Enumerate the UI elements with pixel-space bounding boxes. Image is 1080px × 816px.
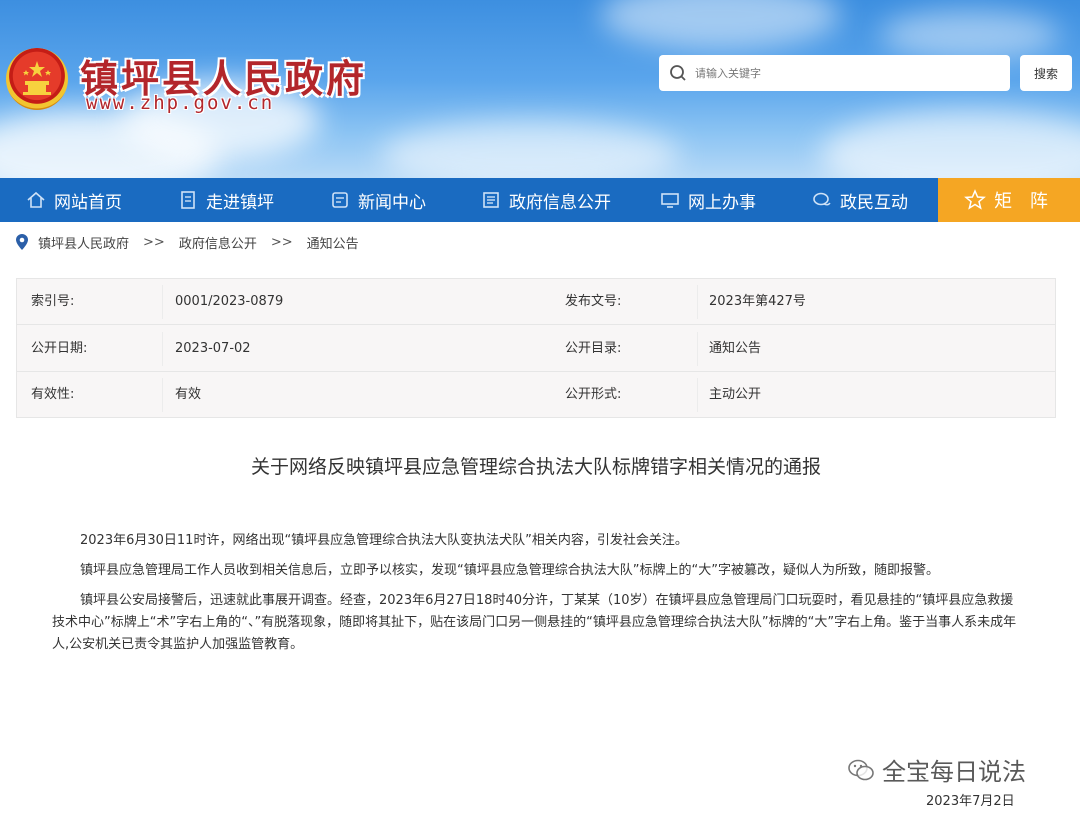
nav-label: 网上办事 [688, 192, 756, 213]
nav-label: 政民互动 [840, 192, 908, 213]
meta-value-doc-number: 2023年第427号 [709, 294, 806, 309]
breadcrumb: 镇坪县人民政府 >> 政府信息公开 >> 通知公告 [16, 232, 359, 252]
meta-value-category: 通知公告 [709, 341, 762, 356]
breadcrumb-separator: >> [270, 234, 293, 250]
meta-row: 公开日期: 2023-07-02 公开目录: 通知公告 [17, 326, 1055, 372]
nav-item-matrix[interactable]: 矩 阵 [938, 178, 1080, 222]
meta-label-publish-form: 公开形式: [565, 387, 622, 402]
home-icon [27, 191, 45, 208]
nav-item-interaction[interactable]: 政民互动 [812, 178, 908, 222]
chat-icon [813, 192, 831, 206]
monitor-icon [661, 193, 679, 208]
breadcrumb-item-home[interactable]: 镇坪县人民政府 [38, 233, 129, 252]
breadcrumb-separator: >> [143, 234, 165, 250]
nav-label: 网站首页 [54, 192, 122, 213]
meta-row: 有效性: 有效 公开形式: 主动公开 [17, 372, 1055, 418]
info-icon [483, 192, 499, 208]
nav-label: 政府信息公开 [509, 192, 611, 213]
search-box [659, 55, 1010, 91]
location-pin-icon [16, 234, 28, 250]
meta-value-publish-date: 2023-07-02 [175, 341, 251, 356]
header-banner: 镇坪县人民政府 www.zhp.gov.cn 搜索 [0, 0, 1080, 178]
star-icon [964, 189, 987, 210]
watermark: 全宝每日说法 [846, 752, 1026, 787]
nav-item-online-service[interactable]: 网上办事 [660, 178, 756, 222]
search-icon [670, 65, 686, 81]
nav-label: 矩 阵 [994, 191, 1054, 212]
nav-item-home[interactable]: 网站首页 [26, 178, 122, 222]
meta-value-validity: 有效 [175, 387, 202, 402]
site-url: www.zhp.gov.cn [86, 92, 275, 114]
article-paragraph: 2023年6月30日11时许，网络出现“镇坪县应急管理综合执法大队变执法犬队”相… [80, 533, 688, 548]
main-nav: 网站首页 走进镇坪 新闻中心 政府信息公开 网上办事 政民互动 矩 阵 [0, 178, 1080, 222]
meta-label-index: 索引号: [31, 294, 75, 309]
meta-label-category: 公开目录: [565, 341, 622, 356]
meta-row: 索引号: 0001/2023-0879 发布文号: 2023年第427号 [17, 279, 1055, 325]
news-icon [332, 192, 348, 208]
document-icon [181, 191, 195, 209]
article-title: 关于网络反映镇坪县应急管理综合执法大队标牌错字相关情况的通报 [250, 456, 821, 478]
wechat-icon [848, 759, 874, 780]
article-date: 2023年7月2日 [926, 794, 1015, 809]
meta-label-validity: 有效性: [31, 387, 75, 402]
national-emblem-icon [6, 48, 68, 110]
nav-item-about[interactable]: 走进镇坪 [178, 178, 274, 222]
nav-label: 走进镇坪 [206, 192, 274, 213]
document-meta-table: 索引号: 0001/2023-0879 发布文号: 2023年第427号 公开日… [16, 278, 1056, 418]
meta-value-index: 0001/2023-0879 [175, 294, 284, 309]
breadcrumb-item-notice[interactable]: 通知公告 [307, 233, 359, 252]
meta-label-doc-number: 发布文号: [565, 294, 622, 309]
watermark-text: 全宝每日说法 [882, 758, 1026, 786]
nav-item-news[interactable]: 新闻中心 [330, 178, 426, 222]
nav-item-gov-info[interactable]: 政府信息公开 [481, 178, 611, 222]
article-paragraph: 镇坪县应急管理局工作人员收到相关信息后，立即予以核实，发现“镇坪县应急管理综合执… [80, 563, 939, 578]
nav-label: 新闻中心 [358, 192, 426, 213]
article-body: 2023年6月30日11时许，网络出现“镇坪县应急管理综合执法大队变执法犬队”相… [52, 530, 1022, 664]
search-button[interactable]: 搜索 [1020, 55, 1072, 91]
meta-label-publish-date: 公开日期: [31, 341, 88, 356]
search-input[interactable] [695, 66, 995, 80]
breadcrumb-item-gov-info[interactable]: 政府信息公开 [179, 233, 257, 252]
article-paragraph: 镇坪县公安局接警后，迅速就此事展开调查。经查，2023年6月27日18时40分许… [52, 593, 1017, 652]
meta-value-publish-form: 主动公开 [709, 387, 762, 402]
